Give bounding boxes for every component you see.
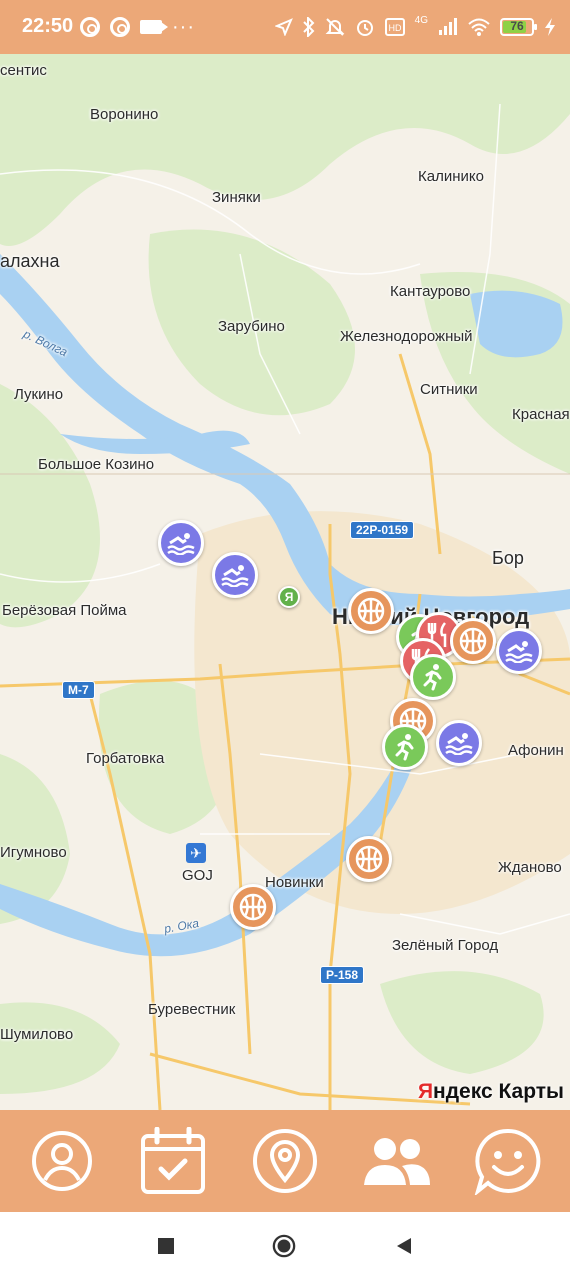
svg-text:HD: HD (388, 23, 401, 33)
video-camera-icon (140, 20, 168, 34)
back-button[interactable] (392, 1234, 416, 1258)
place-label: Воронино (90, 106, 159, 123)
place-label: Жданово (498, 859, 562, 876)
battery-level: 76 (510, 19, 524, 33)
running-icon (395, 734, 414, 761)
swimming-marker[interactable] (496, 628, 542, 674)
system-navigation-bar (0, 1212, 570, 1280)
location-arrow-icon (274, 18, 293, 36)
road-badge: М-7 (62, 681, 95, 699)
status-left-icons: ··· (80, 15, 195, 39)
status-time: 22:50 (22, 15, 74, 37)
nav-profile-button[interactable] (22, 1121, 102, 1201)
place-label: Новинки (265, 874, 324, 891)
more-dots-icon: ··· (172, 16, 195, 38)
place-label: Буревестник (148, 1001, 236, 1018)
place-label: Красная (512, 406, 570, 423)
nav-chat-button[interactable] (468, 1121, 548, 1201)
recents-button[interactable] (154, 1234, 178, 1258)
airport-icon: ✈ (186, 843, 206, 863)
place-label: Афонин (508, 742, 564, 759)
road-badge: 22Р-0159 (350, 521, 415, 539)
nav-people-button[interactable] (357, 1121, 437, 1201)
swimming-marker[interactable] (212, 552, 258, 598)
charging-icon (545, 18, 555, 36)
swimming-marker[interactable] (158, 520, 204, 566)
ring-icon (110, 17, 130, 37)
swimming-icon (445, 733, 473, 755)
volte-icon: HD (384, 18, 405, 36)
place-label: Бор (492, 548, 524, 568)
yandex-maps-logo[interactable]: Яндекс Карты (418, 1080, 564, 1104)
user-location-pin[interactable]: Я (278, 586, 300, 608)
place-label: Лукино (14, 386, 64, 403)
swimming-icon (167, 533, 195, 555)
basketball-icon (355, 845, 383, 873)
alarm-icon (356, 20, 373, 36)
ring-icon (80, 17, 100, 37)
basketball-icon (239, 893, 267, 921)
basketball-marker[interactable] (230, 884, 276, 930)
status-right-icons: HD 4G 76 (274, 15, 556, 39)
people-icon (363, 1138, 430, 1185)
home-circle-icon (272, 1234, 296, 1258)
wifi-icon (468, 18, 490, 36)
place-label: Кантаурово (390, 283, 471, 300)
place-label: Зиняки (212, 189, 261, 206)
location-pin-icon (252, 1129, 317, 1193)
swimming-marker[interactable] (436, 720, 482, 766)
bluetooth-icon (302, 17, 315, 37)
place-label: Ситники (420, 381, 478, 398)
mute-bell-icon (325, 18, 345, 36)
swimming-icon (221, 565, 249, 587)
map-view[interactable]: сентис Воронино Зиняки Калинико алахна К… (0, 54, 570, 1110)
battery-icon: 76 (500, 18, 537, 36)
network-type: 4G (414, 15, 428, 26)
nav-calendar-button[interactable] (133, 1121, 213, 1201)
basketball-icon (459, 627, 487, 655)
status-bar: 22:50 ··· HD 4G 76 (0, 0, 570, 54)
place-label: Горбатовка (86, 750, 165, 767)
home-button[interactable] (272, 1234, 296, 1258)
place-label: Игумново (0, 844, 67, 861)
place-label: сентис (0, 62, 47, 79)
running-marker[interactable] (410, 654, 456, 700)
running-marker[interactable] (382, 724, 428, 770)
bottom-navigation (0, 1110, 570, 1212)
place-label: Зарубино (218, 318, 285, 335)
back-triangle-icon (397, 1238, 411, 1254)
place-label: Шумилово (0, 1026, 74, 1043)
basketball-marker[interactable] (348, 588, 394, 634)
place-label: Железнодорожный (340, 328, 473, 345)
swimming-icon (505, 641, 533, 663)
recents-square-icon (158, 1238, 174, 1254)
place-label: Берёзовая Пойма (2, 602, 127, 619)
profile-icon (31, 1131, 92, 1191)
place-label: Большое Козино (38, 456, 155, 473)
place-label: алахна (0, 251, 60, 271)
basketball-icon (357, 597, 385, 625)
road-badge: Р-158 (320, 966, 365, 984)
chat-smile-icon (474, 1128, 541, 1195)
basketball-marker[interactable] (450, 618, 496, 664)
running-icon (423, 664, 442, 691)
place-label: Зелёный Город (392, 937, 499, 954)
place-label: Калинико (418, 168, 484, 185)
signal-icon (439, 18, 457, 35)
basketball-marker[interactable] (346, 836, 392, 882)
airport-code: GOJ (182, 867, 213, 884)
nav-map-button[interactable] (245, 1121, 325, 1201)
calendar-icon (141, 1127, 206, 1194)
